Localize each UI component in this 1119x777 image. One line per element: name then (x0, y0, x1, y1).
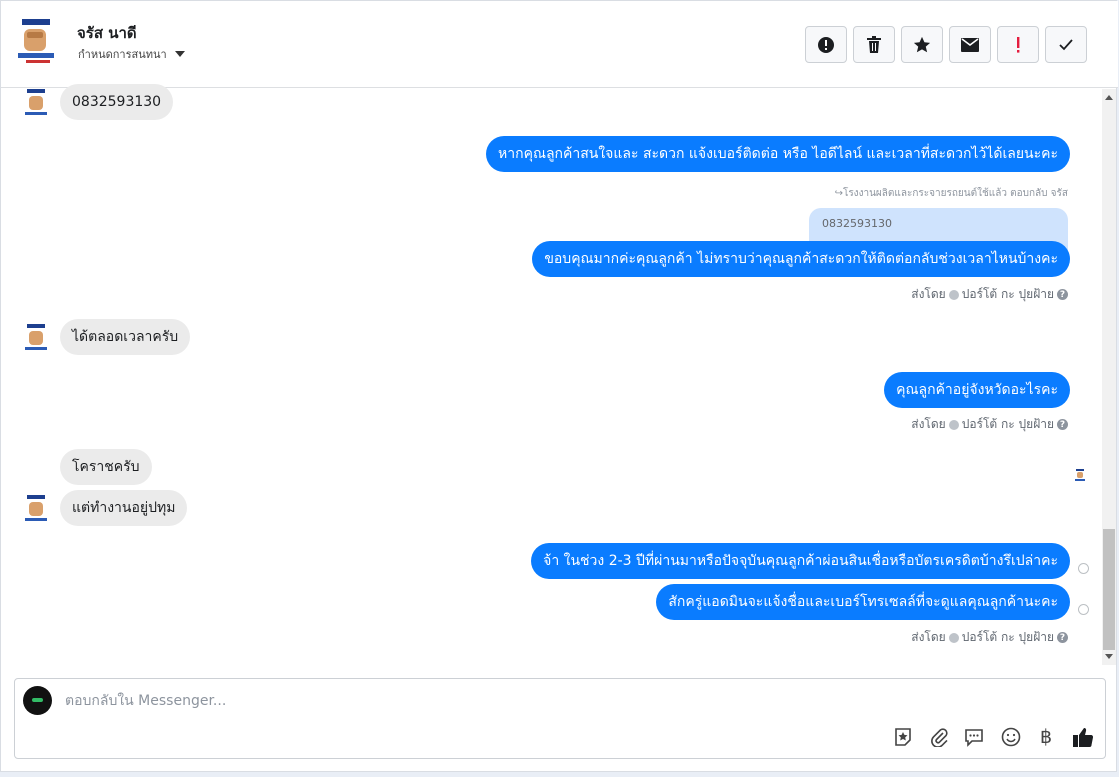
inbox-conversation-panel: จรัส นาดี กำหนดการสนทนา 0832593130 หากคุ… (0, 0, 1118, 772)
reply-meta: ↪โรงงานผลิตและกระจายรถยนต์ใช้แล้ว ตอบกลั… (834, 188, 1068, 199)
star-button[interactable] (901, 26, 943, 63)
exclamation-circle-icon (818, 36, 834, 53)
envelope-icon (961, 37, 979, 52)
sent-by-label: ส่งโดย ปอร์โต้ กะ ปุยฝ้าย ? (911, 285, 1068, 304)
message-outgoing: หากคุณลูกค้าสนใจและ สะดวก แจ้งเบอร์ติดต่… (486, 136, 1070, 172)
contact-avatar-small (25, 495, 47, 521)
message-incoming: โคราชครับ (60, 449, 152, 485)
conversation-header: จรัส นาดี กำหนดการสนทนา (1, 1, 1118, 88)
sent-by-name: ปอร์โต้ กะ ปุยฝ้าย (961, 630, 1054, 644)
like-button[interactable] (1071, 725, 1095, 749)
trash-icon (867, 35, 881, 53)
attach-button[interactable] (927, 725, 951, 749)
caret-down-icon (174, 51, 185, 57)
sent-by-prefix: ส่งโดย (911, 287, 946, 301)
sent-by-prefix: ส่งโดย (911, 630, 946, 644)
sender-badge-icon (948, 632, 959, 643)
message-incoming: 0832593130 (60, 84, 174, 120)
emoji-button[interactable] (999, 725, 1023, 749)
exclamation-icon (1017, 36, 1020, 53)
scrollbar-thumb[interactable] (1103, 529, 1115, 650)
sender-badge-icon (948, 419, 959, 430)
baht-icon: ฿ (1039, 726, 1053, 748)
contact-avatar-small (25, 324, 47, 350)
saved-replies-button[interactable] (962, 725, 986, 749)
reply-composer: ฿ (14, 678, 1106, 759)
help-icon[interactable]: ? (1057, 289, 1068, 300)
paperclip-icon (931, 728, 948, 747)
star-icon (913, 36, 931, 52)
scroll-down-arrow-icon[interactable] (1105, 654, 1113, 659)
reply-input[interactable] (63, 689, 863, 713)
seen-avatar-icon (1075, 469, 1085, 481)
sticker-icon (895, 728, 911, 746)
help-icon[interactable]: ? (1057, 419, 1068, 430)
contact-avatar-small (25, 89, 47, 115)
saved-replies-icon (965, 729, 983, 747)
contact-avatar[interactable] (16, 17, 56, 67)
sent-by-label: ส่งโดย ปอร์โต้ กะ ปุยฝ้าย ? (911, 628, 1068, 647)
sender-badge-icon (948, 289, 959, 300)
assign-conversation-dropdown[interactable]: กำหนดการสนทนา (78, 45, 185, 63)
delete-button[interactable] (853, 26, 895, 63)
payment-button[interactable]: ฿ (1034, 725, 1058, 749)
sent-by-name: ปอร์โต้ กะ ปุยฝ้าย (961, 287, 1054, 301)
page-avatar (23, 686, 52, 715)
assign-label: กำหนดการสนทนา (78, 48, 167, 61)
sent-by-prefix: ส่งโดย (911, 417, 946, 431)
like-icon (1073, 728, 1094, 747)
flag-important-button[interactable] (997, 26, 1039, 63)
message-outgoing: จ้า ในช่วง 2-3 ปีที่ผ่านมาหรือปัจจุบันคุ… (531, 543, 1070, 579)
delivered-icon (1078, 604, 1089, 615)
scroll-up-arrow-icon[interactable] (1105, 95, 1113, 100)
message-outgoing: คุณลูกค้าอยู่จังหวัดอะไรคะ (884, 372, 1070, 408)
contact-name[interactable]: จรัส นาดี (77, 21, 137, 45)
message-incoming: ได้ตลอดเวลาครับ (60, 319, 191, 355)
sent-by-label: ส่งโดย ปอร์โต้ กะ ปุยฝ้าย ? (911, 415, 1068, 434)
mark-done-button[interactable] (1045, 26, 1087, 63)
sticker-button[interactable] (891, 725, 915, 749)
help-icon[interactable]: ? (1057, 632, 1068, 643)
check-icon (1059, 38, 1073, 50)
emoji-icon (1001, 727, 1021, 747)
sent-by-name: ปอร์โต้ กะ ปุยฝ้าย (961, 417, 1054, 431)
report-button[interactable] (805, 26, 847, 63)
message-incoming: แต่ทำงานอยู่ปทุม (60, 490, 188, 526)
mark-unread-button[interactable] (949, 26, 991, 63)
delivered-icon (1078, 563, 1089, 574)
message-outgoing: สักครู่แอดมินจะแจ้งชื่อและเบอร์โทรเซลล์ท… (656, 584, 1070, 620)
message-outgoing: ขอบคุณมากค่ะคุณลูกค้า ไม่ทราบว่าคุณลูกค้… (532, 241, 1070, 277)
